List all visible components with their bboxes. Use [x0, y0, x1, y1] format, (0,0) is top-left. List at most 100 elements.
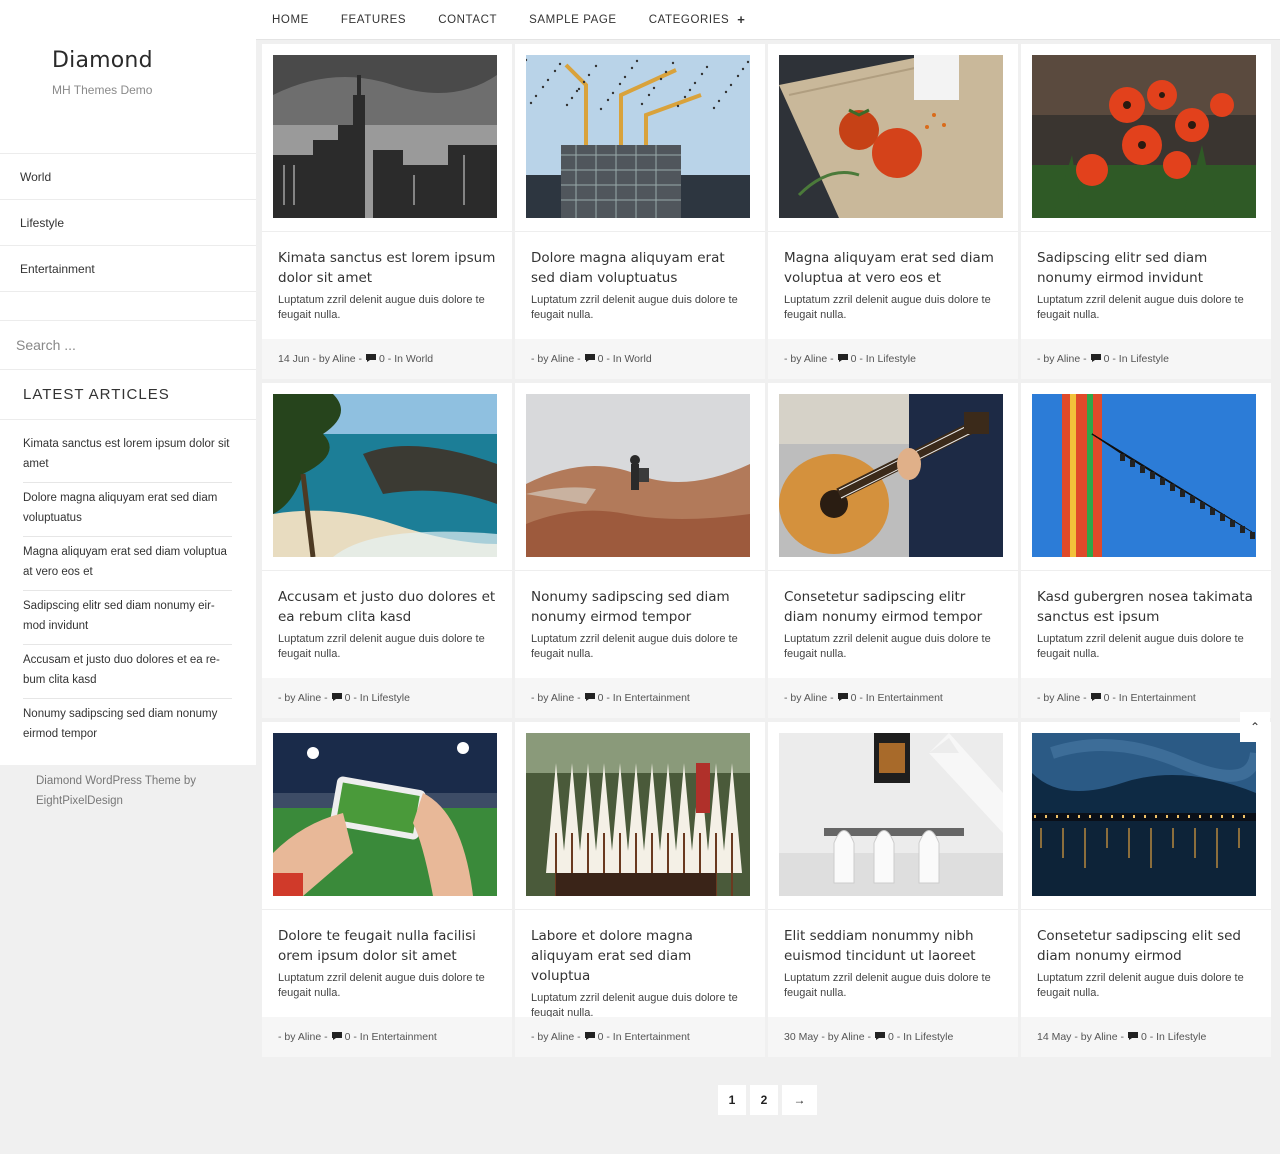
post-meta: - by Aline - 0 - In Lifestyle: [262, 678, 512, 718]
coast-waterfall-image: [273, 394, 497, 557]
post-thumbnail[interactable]: [273, 733, 497, 896]
sidebar-item-entertainment[interactable]: Entertainment: [0, 246, 256, 292]
post-card[interactable]: Dolore magna aliquyam erat sed diam volu…: [515, 44, 765, 379]
nav-sample-page[interactable]: SAMPLE PAGE: [529, 14, 617, 26]
post-title[interactable]: Consetetur sadipscing elitr diam nonumy …: [784, 587, 1002, 627]
post-title[interactable]: Elit seddiam nonummy nibh euismod tincid…: [784, 926, 1002, 966]
post-thumbnail[interactable]: [273, 55, 497, 218]
post-meta-comments-category[interactable]: 0 - In Lifestyle: [888, 1031, 953, 1043]
latest-article-link[interactable]: Dolore magna aliquyam erat sed diam volu…: [23, 486, 232, 537]
post-body: Consetetur sadipscing elitr diam nonumy …: [768, 570, 1018, 678]
post-meta-comments-category[interactable]: 0 - In Lifestyle: [851, 353, 916, 365]
post-title[interactable]: Kasd gubergren nosea takimata sanctus es…: [1037, 587, 1255, 627]
post-title[interactable]: Accusam et justo duo dolores et ea rebum…: [278, 587, 496, 627]
post-meta-date-author: 14 May - by Aline -: [1037, 1031, 1124, 1043]
post-thumbnail[interactable]: [526, 394, 750, 557]
post-meta-date-author: - by Aline -: [784, 353, 834, 365]
post-body: Sadipscing elitr sed diam nonumy eirmod …: [1021, 231, 1271, 339]
post-card[interactable]: Consetetur sadipscing elit sed diam nonu…: [1021, 722, 1271, 1057]
post-title[interactable]: Sadipscing elitr sed diam nonumy eirmod …: [1037, 248, 1255, 288]
post-meta-comments-category[interactable]: 0 - In Entertainment: [1104, 692, 1196, 704]
post-body: Kimata sanctus est lorem ipsum dolor sit…: [262, 231, 512, 339]
post-title[interactable]: Consetetur sadipscing elit sed diam nonu…: [1037, 926, 1255, 966]
post-excerpt: Luptatum zzril delenit augue duis dolore…: [531, 294, 738, 321]
nav-features[interactable]: FEATURES: [341, 14, 406, 26]
post-excerpt: Luptatum zzril delenit augue duis dolore…: [1037, 294, 1244, 321]
post-card[interactable]: Sadipscing elitr sed diam nonumy eirmod …: [1021, 44, 1271, 379]
post-excerpt: Luptatum zzril delenit augue duis dolore…: [531, 633, 738, 660]
latest-article-link[interactable]: Kimata sanctus est lorem ipsum dolor sit…: [23, 432, 232, 483]
red-poppies-image: [1032, 55, 1256, 218]
post-title[interactable]: Magna aliquyam erat sed diam voluptua at…: [784, 248, 1002, 288]
post-body: Labore et dolore magna aliquyam erat sed…: [515, 909, 765, 1019]
post-card[interactable]: Dolore te feugait nulla facilisi orem ip…: [262, 722, 512, 1057]
sidebar-item-world[interactable]: World: [0, 154, 256, 200]
post-body: Dolore magna aliquyam erat sed diam volu…: [515, 231, 765, 339]
latest-articles-list: Kimata sanctus est lorem ipsum dolor sit…: [0, 420, 256, 765]
post-thumbnail[interactable]: [779, 733, 1003, 896]
post-meta-comments-category[interactable]: 0 - In World: [379, 353, 433, 365]
page-1-button[interactable]: 1: [718, 1085, 746, 1115]
post-meta: 30 May - by Aline - 0 - In Lifestyle: [768, 1017, 1018, 1057]
page-2-button[interactable]: 2: [750, 1085, 778, 1115]
theme-credit[interactable]: Diamond WordPress Theme by EightPixelDes…: [0, 765, 220, 811]
post-meta-comments-category[interactable]: 0 - In Lifestyle: [1104, 353, 1169, 365]
post-card[interactable]: Magna aliquyam erat sed diam voluptua at…: [768, 44, 1018, 379]
latest-article-link[interactable]: Accusam et justo duo dolores et ea re-bu…: [23, 648, 232, 699]
post-title[interactable]: Kimata sanctus est lorem ipsum dolor sit…: [278, 248, 496, 288]
post-title[interactable]: Nonumy sadipscing sed diam nonumy eirmod…: [531, 587, 749, 627]
post-thumbnail[interactable]: [526, 55, 750, 218]
post-meta-comments-category[interactable]: 0 - In Entertainment: [598, 692, 690, 704]
post-meta-comments-category[interactable]: 0 - In Entertainment: [598, 1031, 690, 1043]
post-meta-comments-category[interactable]: 0 - In World: [598, 353, 652, 365]
post-meta: 14 May - by Aline - 0 - In Lifestyle: [1021, 1017, 1271, 1057]
post-card[interactable]: Labore et dolore magna aliquyam erat sed…: [515, 722, 765, 1057]
post-title[interactable]: Dolore magna aliquyam erat sed diam volu…: [531, 248, 749, 288]
nav-contact[interactable]: CONTACT: [438, 14, 497, 26]
latest-article-link[interactable]: Sadipscing elitr sed diam nonumy eir-mod…: [23, 594, 232, 645]
post-card[interactable]: Kasd gubergren nosea takimata sanctus es…: [1021, 383, 1271, 718]
post-excerpt: Luptatum zzril delenit augue duis dolore…: [784, 633, 991, 660]
comment-icon: [331, 1031, 343, 1044]
search-input[interactable]: [0, 321, 256, 369]
latest-articles-heading: LATEST ARTICLES: [0, 370, 256, 420]
post-card[interactable]: Nonumy sadipscing sed diam nonumy eirmod…: [515, 383, 765, 718]
post-thumbnail[interactable]: [779, 394, 1003, 557]
next-page-button[interactable]: →: [782, 1085, 817, 1115]
post-thumbnail[interactable]: [526, 733, 750, 896]
sidebar-item-lifestyle[interactable]: Lifestyle: [0, 200, 256, 246]
comment-icon: [1090, 692, 1102, 705]
post-meta-comments-category[interactable]: 0 - In Entertainment: [345, 1031, 437, 1043]
post-thumbnail[interactable]: [273, 394, 497, 557]
post-thumbnail[interactable]: [779, 55, 1003, 218]
post-title[interactable]: Labore et dolore magna aliquyam erat sed…: [531, 926, 749, 986]
nav-home[interactable]: HOME: [272, 14, 309, 26]
post-meta-comments-category[interactable]: 0 - In Entertainment: [851, 692, 943, 704]
site-title[interactable]: Diamond: [52, 48, 256, 73]
latest-article-link[interactable]: Magna aliquyam erat sed diam voluptua at…: [23, 540, 232, 591]
post-body: Kasd gubergren nosea takimata sanctus es…: [1021, 570, 1271, 678]
post-meta: - by Aline - 0 - In World: [515, 339, 765, 379]
post-card[interactable]: Kimata sanctus est lorem ipsum dolor sit…: [262, 44, 512, 379]
post-thumbnail[interactable]: [1032, 394, 1256, 557]
back-to-top-button[interactable]: ⌃: [1240, 712, 1270, 742]
post-meta-date-author: 14 Jun - by Aline -: [278, 353, 363, 365]
post-thumbnail[interactable]: [1032, 55, 1256, 218]
post-meta-date-author: - by Aline -: [278, 1031, 328, 1043]
post-thumbnail[interactable]: [1032, 733, 1256, 896]
sidebar: Diamond MH Themes Demo World Lifestyle E…: [0, 0, 256, 811]
latest-article-link[interactable]: Nonumy sadipscing sed diam nonumy eirmod…: [23, 702, 232, 752]
sidebar-divider: [0, 292, 256, 321]
post-meta-date-author: - by Aline -: [531, 692, 581, 704]
pagination: 1 2 →: [718, 1085, 817, 1115]
phone-stadium-image: [273, 733, 497, 896]
post-card[interactable]: Accusam et justo duo dolores et ea rebum…: [262, 383, 512, 718]
nav-categories[interactable]: CATEGORIES +: [649, 12, 746, 27]
post-body: Elit seddiam nonummy nibh euismod tincid…: [768, 909, 1018, 1017]
post-meta-comments-category[interactable]: 0 - In Lifestyle: [1141, 1031, 1206, 1043]
post-title[interactable]: Dolore te feugait nulla facilisi orem ip…: [278, 926, 496, 966]
post-card[interactable]: Consetetur sadipscing elitr diam nonumy …: [768, 383, 1018, 718]
plus-icon[interactable]: +: [737, 12, 745, 27]
post-card[interactable]: Elit seddiam nonummy nibh euismod tincid…: [768, 722, 1018, 1057]
post-meta-comments-category[interactable]: 0 - In Lifestyle: [345, 692, 410, 704]
